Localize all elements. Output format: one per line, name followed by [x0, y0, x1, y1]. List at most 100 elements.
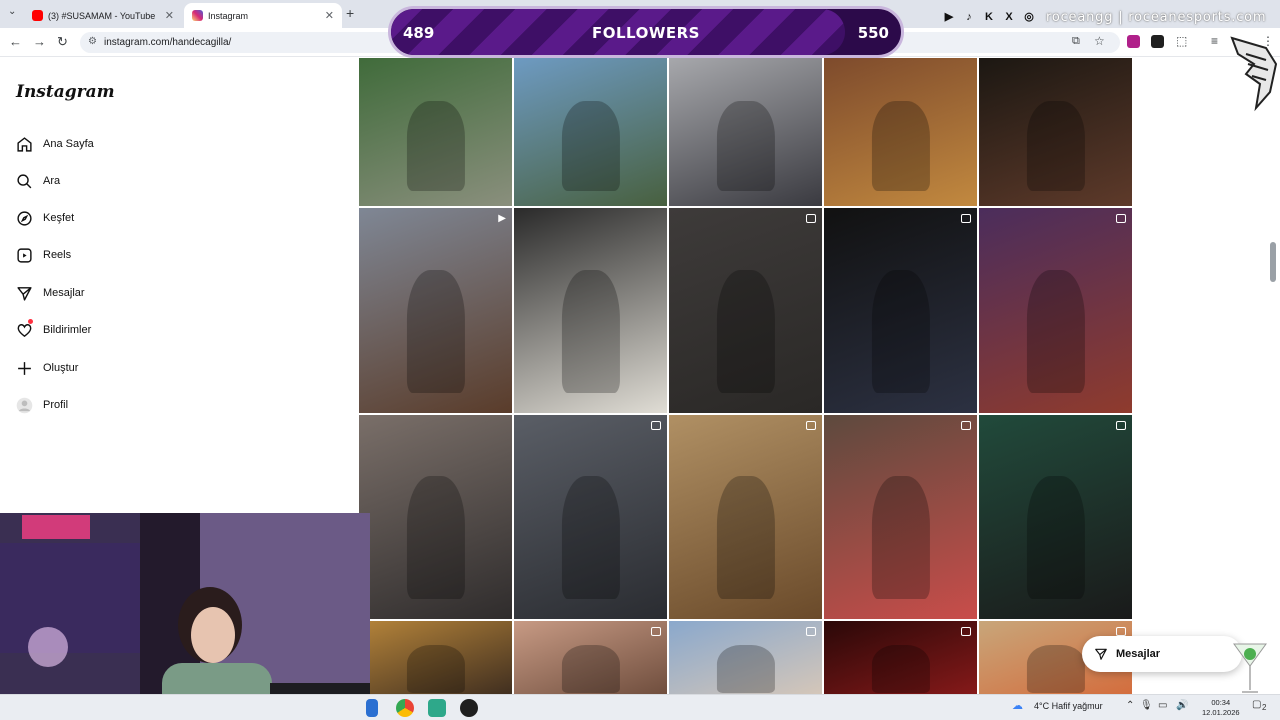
extensions-puzzle-icon[interactable]: ⬚: [1176, 34, 1187, 48]
nav-notifications[interactable]: Bildirimler: [14, 319, 91, 341]
youtube-favicon-icon: [32, 10, 43, 21]
followers-goal: 550: [857, 24, 889, 42]
nav-create-label: Oluştur: [43, 362, 79, 374]
weather-cloud-icon: ☁: [1012, 700, 1023, 712]
post-figure: [1026, 645, 1085, 693]
youtube-icon: ▶: [944, 11, 954, 23]
post-tile[interactable]: [824, 621, 977, 694]
post-figure: [406, 101, 465, 191]
post-tile[interactable]: [514, 208, 667, 413]
post-tile[interactable]: [514, 621, 667, 694]
post-tile[interactable]: [824, 415, 977, 619]
post-tile[interactable]: [669, 621, 822, 694]
site-info-icon[interactable]: ⚙: [88, 36, 97, 47]
tab-close-icon[interactable]: ✕: [165, 9, 174, 22]
tab-instagram[interactable]: Instagram ✕: [184, 3, 342, 28]
carousel-icon: [651, 421, 661, 430]
post-tile[interactable]: [669, 208, 822, 413]
social-icons: ▶ ♪ K X ◎: [942, 10, 1036, 24]
back-arrow-icon[interactable]: ←: [9, 34, 22, 49]
carousel-icon: [806, 421, 816, 430]
post-tile[interactable]: [359, 58, 512, 206]
nav-explore[interactable]: Keşfet: [14, 207, 74, 229]
taskbar-app-icon[interactable]: [366, 699, 378, 717]
tab-search-chevron-icon[interactable]: ⌄: [8, 6, 16, 17]
carousel-icon: [961, 627, 971, 636]
nav-messages[interactable]: Mesajlar: [14, 282, 85, 304]
post-tile[interactable]: [359, 415, 512, 619]
post-tile[interactable]: [824, 208, 977, 413]
nav-profile[interactable]: Profil: [14, 394, 68, 416]
tab-instagram-title: Instagram: [208, 10, 249, 21]
nav-create[interactable]: Oluştur: [14, 357, 78, 379]
volume-icon[interactable]: 🔊: [1176, 700, 1188, 711]
new-tab-button[interactable]: +: [346, 5, 354, 21]
post-figure: [871, 269, 930, 393]
post-tile[interactable]: [669, 415, 822, 619]
clock-time: 00:34: [1211, 698, 1231, 707]
notification-dot: [28, 319, 33, 324]
system-clock[interactable]: 00:34 12.01.2026: [1202, 698, 1240, 718]
install-app-icon[interactable]: ⧉: [1072, 35, 1080, 48]
nav-home[interactable]: Ana Sayfa: [14, 133, 94, 155]
home-icon: [14, 134, 34, 154]
post-tile[interactable]: [514, 415, 667, 619]
instagram-icon: ◎: [1024, 11, 1034, 23]
obs-taskbar-icon[interactable]: [460, 699, 478, 717]
post-tile[interactable]: [979, 415, 1132, 619]
clock-date: 12.01.2026: [1202, 708, 1240, 717]
network-icon[interactable]: ▭: [1158, 700, 1167, 711]
extension-icon[interactable]: [1151, 35, 1164, 48]
carousel-icon: [961, 421, 971, 430]
post-tile[interactable]: [824, 58, 977, 206]
weather-text[interactable]: 4°C Hafif yağmur: [1034, 701, 1103, 711]
reading-list-icon[interactable]: ≡: [1211, 34, 1218, 48]
reel-icon: ▶: [498, 213, 506, 224]
post-figure: [1026, 269, 1085, 393]
tab-youtube[interactable]: (3) #SUSAMAM - YouTube ✕: [24, 3, 182, 28]
post-figure: [716, 645, 775, 693]
post-figure: [561, 101, 620, 191]
page-scrollbar-thumb[interactable]: [1270, 242, 1276, 282]
nav-messages-label: Mesajlar: [43, 287, 85, 299]
nav-reels-label: Reels: [43, 249, 72, 261]
instagram-logo[interactable]: Instagram: [16, 82, 115, 102]
messages-floating-button[interactable]: Mesajlar: [1082, 636, 1242, 672]
forward-arrow-icon[interactable]: →: [33, 34, 46, 49]
nav-explore-label: Keşfet: [43, 212, 75, 224]
carousel-icon: [1116, 214, 1126, 223]
carousel-icon: [961, 214, 971, 223]
post-tile[interactable]: [514, 58, 667, 206]
post-tile[interactable]: [359, 621, 512, 694]
carousel-icon: [651, 627, 661, 636]
taskbar-app-icon[interactable]: [428, 699, 446, 717]
reload-icon[interactable]: ↻: [57, 34, 68, 50]
bookmark-star-icon[interactable]: ☆: [1094, 34, 1105, 48]
chrome-taskbar-icon[interactable]: [396, 699, 414, 717]
nav-home-label: Ana Sayfa: [43, 138, 94, 150]
post-tile[interactable]: [979, 58, 1132, 206]
nav-search[interactable]: Ara: [14, 170, 60, 192]
dragon-logo-icon: [1230, 36, 1278, 112]
nav-profile-label: Profil: [43, 399, 69, 411]
post-tile[interactable]: [979, 208, 1132, 413]
x-icon: X: [1005, 11, 1013, 23]
nav-reels[interactable]: Reels: [14, 244, 71, 266]
nav-notifications-label: Bildirimler: [43, 324, 92, 336]
post-figure: [871, 645, 930, 693]
post-tile[interactable]: [669, 58, 822, 206]
cocktail-glass-icon: [1233, 643, 1267, 693]
post-figure: [561, 645, 620, 693]
carousel-icon: [1116, 627, 1126, 636]
notification-center-icon[interactable]: ▢: [1252, 699, 1261, 710]
microphone-icon[interactable]: 🎙: [1140, 700, 1153, 711]
tab-close-icon[interactable]: ✕: [325, 9, 334, 22]
post-figure: [716, 269, 775, 393]
tray-overflow-chevron-icon[interactable]: ⌃: [1126, 700, 1134, 711]
extension-icon[interactable]: [1127, 35, 1140, 48]
webcam-image: [0, 513, 370, 720]
search-icon: [14, 171, 34, 191]
post-tile[interactable]: ▶: [359, 208, 512, 413]
messenger-icon: [14, 283, 34, 303]
post-figure: [871, 476, 930, 599]
